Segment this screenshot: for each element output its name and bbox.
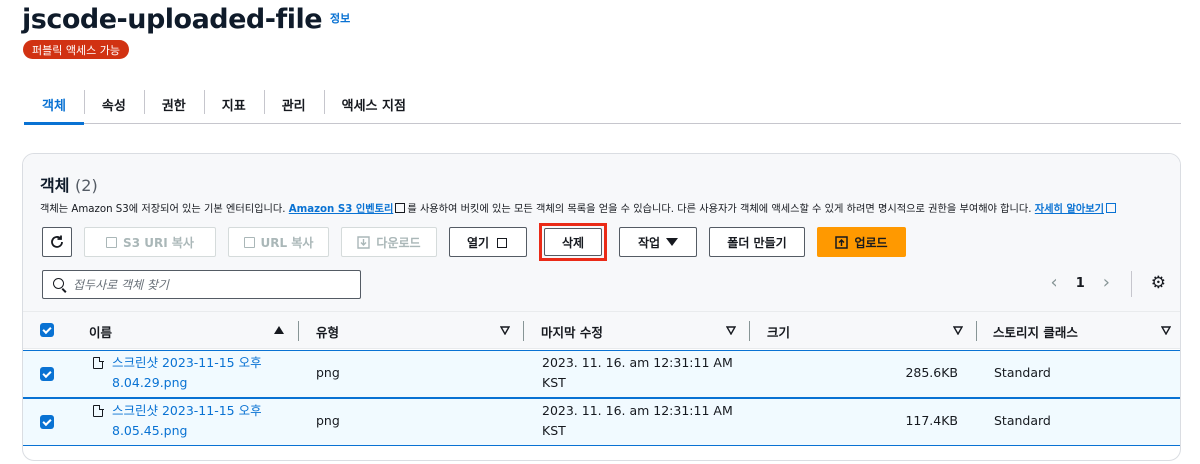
tab-permissions[interactable]: 권한 bbox=[143, 84, 204, 124]
object-size: 285.6KB bbox=[905, 365, 958, 380]
column-name[interactable]: 이름 bbox=[89, 312, 112, 350]
sort-descending-icon[interactable] bbox=[1161, 326, 1171, 335]
download-label: 다운로드 bbox=[376, 235, 421, 250]
sort-descending-icon[interactable] bbox=[953, 326, 963, 335]
create-folder-label: 폴더 만들기 bbox=[727, 235, 787, 250]
modified-line1: 2023. 11. 16. am 12:31:11 AM bbox=[542, 403, 733, 418]
objects-heading: 객체 (2) bbox=[40, 172, 98, 196]
select-all-checkbox[interactable] bbox=[40, 323, 54, 337]
upload-label: 업로드 bbox=[854, 235, 888, 250]
column-divider bbox=[523, 321, 524, 341]
table-row[interactable]: 스크린샷 2023-11-15 오후 8.04.29.png png 2023.… bbox=[23, 350, 1180, 398]
sort-descending-icon[interactable] bbox=[500, 326, 510, 335]
create-folder-button[interactable]: 폴더 만들기 bbox=[709, 227, 805, 257]
tab-properties[interactable]: 속성 bbox=[83, 84, 144, 124]
column-size[interactable]: 크기 bbox=[767, 312, 790, 350]
external-link-icon bbox=[497, 238, 508, 248]
column-storage-class[interactable]: 스토리지 클래스 bbox=[993, 312, 1078, 350]
sort-ascending-icon[interactable] bbox=[274, 326, 284, 334]
modified-line2: KST bbox=[542, 423, 566, 438]
copy-url-label: URL 복사 bbox=[260, 235, 314, 250]
row-checkbox[interactable] bbox=[40, 415, 54, 429]
objects-count: (2) bbox=[75, 176, 98, 195]
public-access-badge: 퍼블릭 액세스 가능 bbox=[23, 40, 129, 59]
object-name-line1: 스크린샷 2023-11-15 오후 bbox=[112, 355, 262, 370]
object-type: png bbox=[316, 365, 340, 380]
inventory-link[interactable]: Amazon S3 인벤토리 bbox=[289, 204, 394, 215]
tab-management[interactable]: 관리 bbox=[263, 84, 324, 124]
column-last-modified[interactable]: 마지막 수정 bbox=[541, 312, 603, 350]
caret-down-icon bbox=[666, 238, 679, 246]
description-text-2: 를 사용하여 버킷에 있는 모든 객체의 목록을 얻을 수 있습니다. 다른 사… bbox=[407, 204, 1032, 215]
copy-s3-uri-button[interactable]: S3 URI 복사 bbox=[84, 227, 216, 257]
copy-url-button[interactable]: URL 복사 bbox=[228, 227, 329, 257]
row-checkbox[interactable] bbox=[40, 367, 54, 381]
objects-panel-header: 객체 (2) 객체는 Amazon S3에 저장되어 있는 기본 엔터티입니다.… bbox=[23, 154, 1180, 311]
page-title: jscode-uploaded-file bbox=[22, 4, 323, 35]
object-name-link[interactable]: 스크린샷 2023-11-15 오후 8.05.45.png bbox=[112, 401, 262, 441]
modified-line1: 2023. 11. 16. am 12:31:11 AM bbox=[542, 355, 733, 370]
refresh-icon bbox=[51, 235, 63, 248]
object-name-line2: 8.05.45.png bbox=[112, 423, 188, 438]
tab-bar: 객체 속성 권한 지표 관리 액세스 지점 bbox=[24, 84, 1181, 125]
copy-s3-uri-label: S3 URI 복사 bbox=[123, 235, 194, 250]
gear-icon[interactable]: ⚙ bbox=[1151, 275, 1166, 292]
page-header: jscode-uploaded-file 정보 bbox=[22, 4, 350, 35]
info-link[interactable]: 정보 bbox=[330, 10, 350, 26]
table-header: 이름 유형 마지막 수정 크기 스토리지 클래스 bbox=[23, 311, 1180, 349]
external-link-icon bbox=[1105, 203, 1116, 213]
sort-descending-icon[interactable] bbox=[726, 326, 736, 335]
column-divider bbox=[749, 321, 750, 341]
objects-title: 객체 bbox=[40, 176, 70, 195]
search-icon bbox=[53, 277, 67, 292]
tab-access-points[interactable]: 액세스 지점 bbox=[323, 84, 424, 124]
modified-line2: KST bbox=[542, 375, 566, 390]
open-label: 열기 bbox=[466, 235, 490, 250]
actions-dropdown[interactable]: 작업 bbox=[619, 227, 697, 257]
pagination-divider bbox=[1131, 271, 1132, 297]
pagination: ‹ 1 › bbox=[1051, 274, 1110, 292]
open-button[interactable]: 열기 bbox=[449, 227, 527, 257]
tab-metrics[interactable]: 지표 bbox=[203, 84, 264, 124]
upload-button[interactable]: 업로드 bbox=[817, 227, 906, 257]
copy-icon bbox=[106, 236, 118, 248]
table-row[interactable]: 스크린샷 2023-11-15 오후 8.05.45.png png 2023.… bbox=[23, 398, 1180, 446]
object-storage-class: Standard bbox=[994, 413, 1051, 428]
delete-label: 삭제 bbox=[561, 235, 585, 250]
objects-panel: 객체 (2) 객체는 Amazon S3에 저장되어 있는 기본 엔터티입니다.… bbox=[22, 153, 1181, 461]
learn-more-link[interactable]: 자세히 알아보기 bbox=[1035, 204, 1104, 215]
tab-objects[interactable]: 객체 bbox=[24, 84, 84, 125]
delete-highlight: 삭제 bbox=[539, 223, 607, 261]
download-icon bbox=[357, 235, 371, 249]
refresh-button[interactable] bbox=[42, 227, 72, 257]
file-icon bbox=[93, 404, 104, 417]
external-link-icon bbox=[395, 203, 406, 213]
object-name-line2: 8.04.29.png bbox=[112, 375, 188, 390]
search-box bbox=[42, 270, 361, 299]
current-page[interactable]: 1 bbox=[1076, 276, 1085, 291]
object-name-line1: 스크린샷 2023-11-15 오후 bbox=[112, 403, 262, 418]
file-icon bbox=[93, 356, 104, 369]
object-storage-class: Standard bbox=[994, 365, 1051, 380]
delete-button[interactable]: 삭제 bbox=[544, 228, 602, 256]
objects-toolbar: S3 URI 복사 URL 복사 다운로드 열기 삭제 작업 폴더 만들기 업로… bbox=[42, 223, 906, 261]
column-type[interactable]: 유형 bbox=[316, 312, 339, 350]
actions-label: 작업 bbox=[637, 235, 661, 250]
chevron-right-icon[interactable]: › bbox=[1103, 274, 1110, 292]
object-type: png bbox=[316, 413, 340, 428]
upload-icon bbox=[835, 235, 849, 249]
search-input[interactable] bbox=[73, 277, 353, 292]
object-last-modified: 2023. 11. 16. am 12:31:11 AM KST bbox=[542, 401, 733, 441]
object-last-modified: 2023. 11. 16. am 12:31:11 AM KST bbox=[542, 353, 733, 393]
copy-icon bbox=[243, 236, 255, 248]
object-name-link[interactable]: 스크린샷 2023-11-15 오후 8.04.29.png bbox=[112, 353, 262, 393]
description-text-1: 객체는 Amazon S3에 저장되어 있는 기본 엔터티입니다. bbox=[40, 204, 286, 215]
chevron-left-icon[interactable]: ‹ bbox=[1051, 274, 1058, 292]
objects-description: 객체는 Amazon S3에 저장되어 있는 기본 엔터티입니다. Amazon… bbox=[40, 200, 1118, 215]
download-button[interactable]: 다운로드 bbox=[341, 227, 437, 257]
column-divider bbox=[298, 321, 299, 341]
column-divider bbox=[976, 321, 977, 341]
object-size: 117.4KB bbox=[905, 413, 958, 428]
